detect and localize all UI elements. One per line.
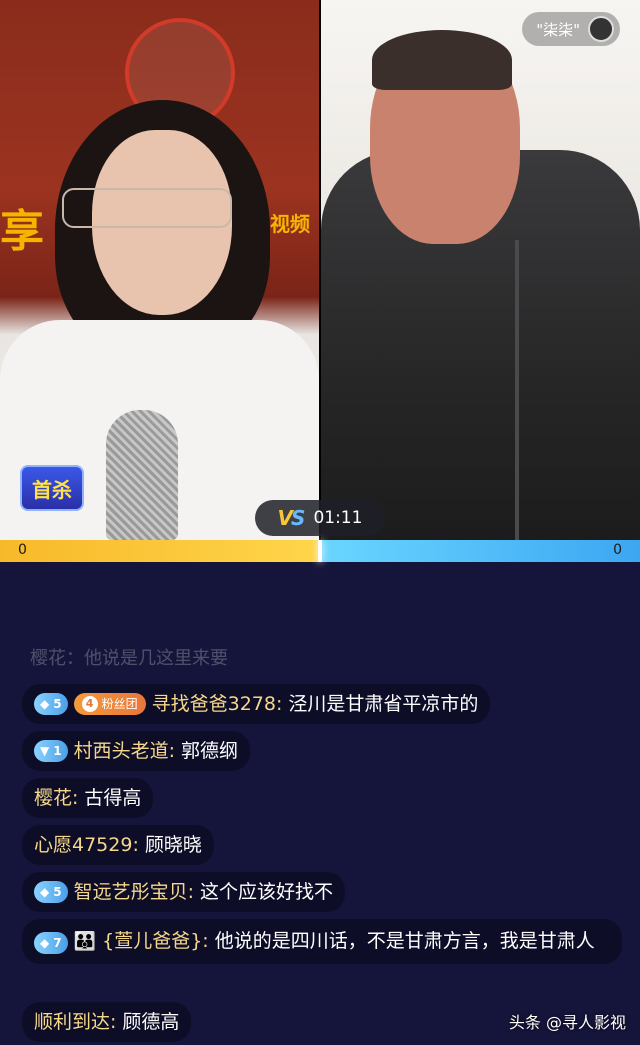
chat-list[interactable]: 樱花：他说是几这里来要 ◆ 5 4 粉丝团 寻找爸爸3278: 泾川是甘肃省平凉市… [0, 640, 640, 1045]
guest-hair [372, 30, 512, 90]
avatar[interactable] [588, 16, 614, 42]
glasses [62, 188, 232, 228]
chat-username[interactable]: 寻找爸爸3278: [152, 690, 283, 718]
chat-text: 顾德高 [122, 1011, 180, 1033]
backdrop-text: 享 [0, 206, 44, 257]
chat-username[interactable]: 智远艺彤宝贝: [74, 878, 194, 906]
level-badge: ◆ 5 [34, 881, 68, 903]
right-score: 0 [613, 542, 622, 558]
chat-text: 古得高 [84, 787, 142, 809]
chat-message[interactable]: ▼ 1 村西头老道: 郭德纲 [22, 731, 251, 771]
level-badge: ◆ 5 [34, 693, 68, 715]
chat-message[interactable]: 顺利到达: 顾德高 [22, 1002, 192, 1042]
fan-label: 粉丝团 [101, 697, 138, 711]
fan-level: 4 [81, 696, 98, 712]
pk-left-side: 0 [0, 540, 320, 562]
pk-right-side: 0 [320, 540, 640, 562]
chat-message[interactable]: 樱花: 古得高 [22, 778, 154, 818]
level-number: 5 [53, 885, 62, 899]
countdown-timer: 01:11 [313, 508, 363, 528]
chat-username[interactable]: 村西头老道: [74, 737, 175, 765]
host-info-pill[interactable]: "柒柒" [522, 12, 620, 46]
fan-club-badge: 4 粉丝团 [73, 693, 146, 715]
family-icon: 👪 [73, 931, 97, 952]
chat-message[interactable]: ◆ 5 4 粉丝团 寻找爸爸3278: 泾川是甘肃省平凉市的 [22, 684, 491, 724]
level-number: 7 [53, 936, 62, 950]
chat-username[interactable]: 顺利到达: [34, 1008, 116, 1036]
host-name: "柒柒" [536, 20, 580, 39]
right-video-feed[interactable] [321, 0, 640, 540]
level-number: 1 [53, 744, 62, 758]
left-score: 0 [18, 542, 27, 558]
chat-text: 他说的是四川话，不是甘肃方言，我是甘肃人 [214, 930, 595, 952]
level-badge: ▼ 1 [34, 740, 68, 762]
level-number: 5 [53, 697, 62, 711]
pk-video-area: 享 剧视频 首杀 "柒柒" VS 01:11 [0, 0, 640, 540]
vs-icon: VS [277, 506, 306, 530]
chat-message[interactable]: ◆ 5 智远艺彤宝贝: 这个应该好找不 [22, 872, 346, 912]
level-badge: ◆ 7 [34, 932, 68, 954]
chat-message[interactable]: ◆ 7 👪 {萱儿爸爸}: 他说的是四川话，不是甘肃方言，我是甘肃人 [22, 919, 622, 964]
vs-timer: VS 01:11 [255, 500, 385, 536]
jacket-zipper [515, 240, 519, 540]
chat-text: 郭德纲 [181, 740, 239, 762]
faded-chat-line: 樱花：他说是几这里来要 [30, 648, 228, 669]
chat-username[interactable]: 心愿47529: [34, 831, 139, 859]
chat-username[interactable]: {萱儿爸爸}: [102, 930, 209, 952]
chat-text: 顾晓晓 [144, 834, 202, 856]
first-kill-badge[interactable]: 首杀 [20, 465, 84, 511]
pk-divider [318, 540, 322, 562]
watermark: 头条 @寻人影视 [508, 1013, 626, 1032]
left-video-feed[interactable]: 享 剧视频 首杀 [0, 0, 319, 540]
chat-text: 泾川是甘肃省平凉市的 [288, 693, 479, 715]
microphone-icon [106, 410, 178, 540]
chat-username[interactable]: 樱花: [34, 784, 78, 812]
chat-message[interactable]: 心愿47529: 顾晓晓 [22, 825, 214, 865]
chat-text: 这个应该好找不 [200, 881, 334, 903]
